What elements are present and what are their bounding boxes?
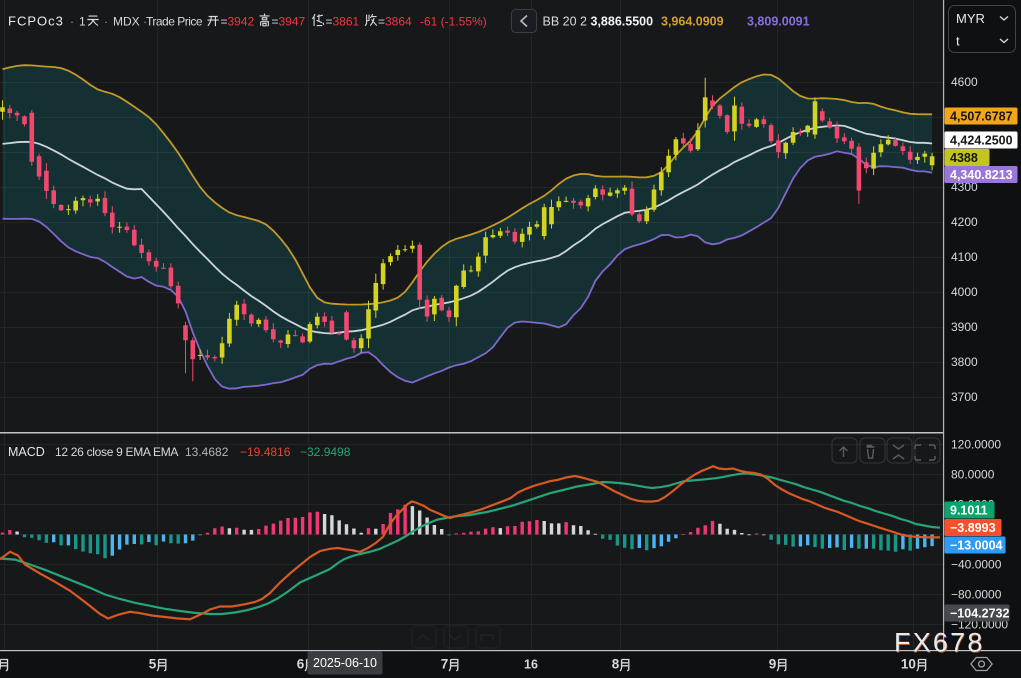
svg-text:−80.0000: −80.0000 — [951, 588, 1002, 602]
svg-text:3942: 3942 — [228, 15, 255, 29]
svg-text:13.4682: 13.4682 — [185, 445, 229, 459]
svg-text:9.1011: 9.1011 — [950, 503, 988, 517]
svg-text:BB 20 2: BB 20 2 — [543, 15, 588, 29]
svg-text:3861: 3861 — [333, 15, 360, 29]
svg-text:5: 5 — [149, 657, 157, 672]
svg-text:−32.9498: −32.9498 — [300, 445, 351, 459]
svg-text:16: 16 — [524, 658, 538, 672]
svg-text:4388: 4388 — [950, 151, 978, 165]
svg-text:3900: 3900 — [951, 320, 978, 334]
svg-text:·: · — [70, 15, 74, 29]
svg-text:MDX: MDX — [113, 15, 140, 29]
svg-text:1: 1 — [79, 15, 86, 29]
svg-text:4100: 4100 — [951, 250, 978, 264]
svg-text:=: = — [326, 15, 333, 29]
svg-text:10: 10 — [901, 657, 916, 672]
svg-text:FCPOc3: FCPOc3 — [8, 14, 64, 29]
svg-text:FX678: FX678 — [894, 628, 985, 658]
svg-text:3864: 3864 — [385, 15, 412, 29]
svg-text:6: 6 — [297, 657, 305, 672]
svg-text:−13.0004: −13.0004 — [950, 538, 1003, 552]
svg-text:4,424.2500: 4,424.2500 — [950, 133, 1013, 147]
svg-text:Trade Price: Trade Price — [146, 15, 203, 29]
svg-text:4,340.8213: 4,340.8213 — [950, 168, 1013, 182]
svg-text:t: t — [956, 34, 960, 49]
svg-text:−3.8993: −3.8993 — [950, 521, 996, 535]
svg-text:3,964.0909: 3,964.0909 — [661, 15, 724, 29]
svg-text:4000: 4000 — [951, 285, 978, 299]
svg-text:4200: 4200 — [951, 215, 978, 229]
svg-text:12 26 close 9 EMA EMA: 12 26 close 9 EMA EMA — [55, 445, 178, 459]
svg-text:MACD: MACD — [8, 445, 45, 459]
svg-text:·: · — [104, 15, 108, 29]
svg-text:=: = — [221, 15, 228, 29]
svg-text:120.0000: 120.0000 — [951, 438, 1001, 452]
svg-text:-61 (-1.55%): -61 (-1.55%) — [420, 15, 487, 29]
svg-text:3,886.5500: 3,886.5500 — [591, 15, 654, 29]
svg-text:MYR: MYR — [956, 11, 985, 26]
svg-text:3700: 3700 — [951, 390, 978, 404]
svg-text:2025-06-10: 2025-06-10 — [313, 656, 377, 670]
svg-text:−40.0000: −40.0000 — [951, 558, 1002, 572]
svg-text:=: = — [378, 15, 385, 29]
svg-text:4,507.6787: 4,507.6787 — [950, 109, 1013, 123]
svg-text:8: 8 — [612, 657, 620, 672]
svg-text:−104.2732: −104.2732 — [950, 606, 1009, 620]
svg-text:3800: 3800 — [951, 355, 978, 369]
svg-text:3,809.0091: 3,809.0091 — [747, 15, 810, 29]
svg-text:4600: 4600 — [951, 75, 978, 89]
svg-text:=: = — [272, 15, 279, 29]
svg-text:3947: 3947 — [279, 15, 306, 29]
svg-text:9: 9 — [769, 657, 777, 672]
svg-text:7: 7 — [441, 657, 449, 672]
svg-text:80.0000: 80.0000 — [951, 468, 995, 482]
svg-text:−19.4816: −19.4816 — [240, 445, 291, 459]
